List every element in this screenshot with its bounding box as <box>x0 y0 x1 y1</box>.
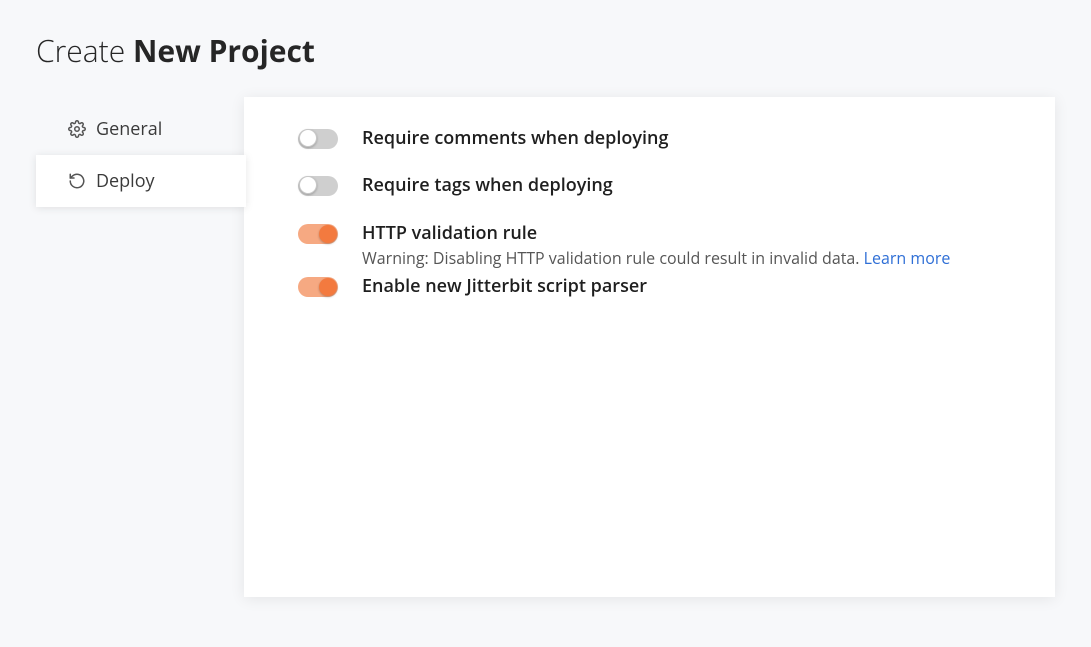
refresh-icon <box>68 172 86 190</box>
setting-caption-text: Warning: Disabling HTTP validation rule … <box>362 247 864 269</box>
setting-require-tags: Require tags when deploying <box>298 174 1015 197</box>
setting-title: HTTP validation rule <box>362 222 1015 245</box>
toggle-knob <box>299 176 317 194</box>
settings-panel: Require comments when deploying Require … <box>244 97 1055 597</box>
setting-body: Require comments when deploying <box>362 127 1015 150</box>
tab-general-label: General <box>96 117 162 141</box>
tabs-sidebar: General Deploy <box>36 97 244 207</box>
setting-script-parser: Enable new Jitterbit script parser <box>298 275 1015 298</box>
setting-title: Require tags when deploying <box>362 174 1015 197</box>
setting-body: Require tags when deploying <box>362 174 1015 197</box>
toggle-script-parser[interactable] <box>298 277 338 297</box>
gear-icon <box>68 120 86 138</box>
toggle-knob <box>319 225 337 243</box>
toggle-require-comments[interactable] <box>298 129 338 149</box>
setting-require-comments: Require comments when deploying <box>298 127 1015 150</box>
setting-title: Enable new Jitterbit script parser <box>362 275 1015 298</box>
page-title-bold: New Project <box>133 30 315 71</box>
toggle-knob <box>319 278 337 296</box>
toggle-require-tags[interactable] <box>298 176 338 196</box>
setting-http-validation: HTTP validation rule Warning: Disabling … <box>298 222 1015 269</box>
toggle-knob <box>299 129 317 147</box>
page-title-prefix: Create <box>36 30 133 71</box>
tab-general[interactable]: General <box>36 103 244 155</box>
tab-deploy[interactable]: Deploy <box>36 155 246 207</box>
setting-title: Require comments when deploying <box>362 127 1015 150</box>
setting-body: Enable new Jitterbit script parser <box>362 275 1015 298</box>
toggle-http-validation[interactable] <box>298 224 338 244</box>
learn-more-link[interactable]: Learn more <box>864 247 951 269</box>
setting-body: HTTP validation rule Warning: Disabling … <box>362 222 1015 269</box>
page-title: Create New Project <box>0 0 1091 97</box>
setting-caption: Warning: Disabling HTTP validation rule … <box>362 247 1015 269</box>
tab-deploy-label: Deploy <box>96 169 155 193</box>
